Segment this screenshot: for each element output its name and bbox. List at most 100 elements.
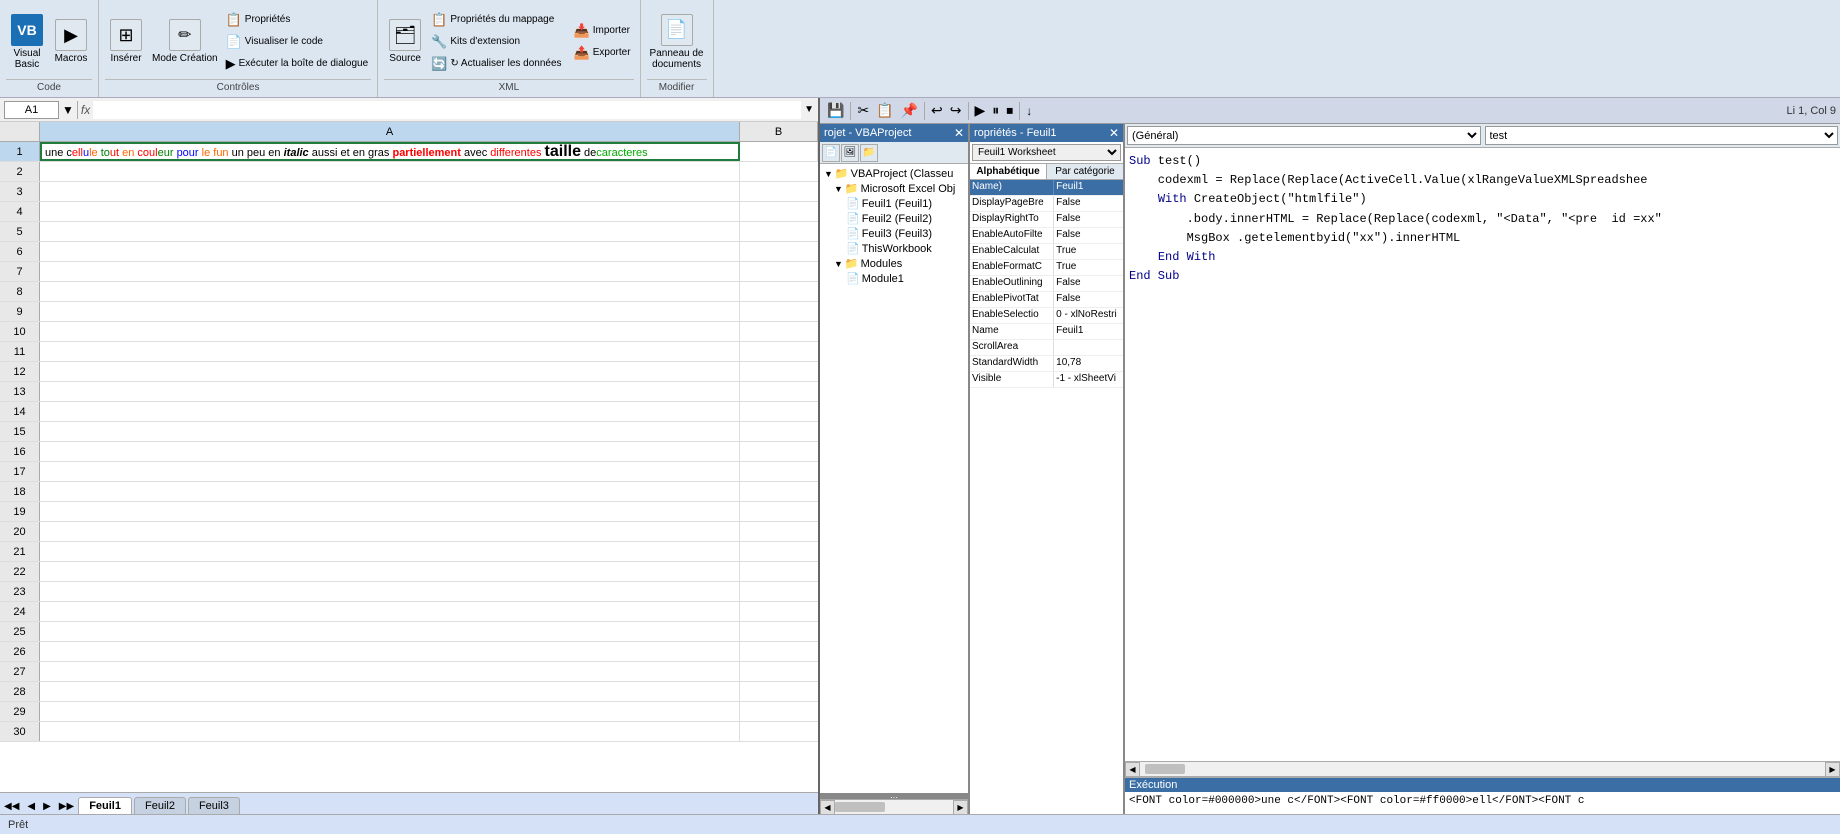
file-icon: 📄: [846, 212, 860, 225]
vba-toolbar-run[interactable]: ▶: [972, 101, 989, 120]
project-view-code[interactable]: 📄: [822, 144, 840, 162]
project-toggle-folders[interactable]: 📁: [860, 144, 878, 162]
properties-object-selector[interactable]: Feuil1 Worksheet: [972, 144, 1121, 161]
code-line-6: End With: [1129, 248, 1836, 267]
tab-navigation-prev[interactable]: ◀: [23, 799, 39, 814]
cell-reference-input[interactable]: [4, 101, 59, 119]
prop-value[interactable]: -1 - xlSheetVi: [1054, 372, 1123, 387]
properties-panel-titlebar: ropriétés - Feuil1 ✕: [970, 124, 1123, 142]
hscroll-thumb[interactable]: [1145, 764, 1185, 774]
tree-item-modules[interactable]: ▼ 📁 Modules: [822, 256, 966, 271]
formula-input[interactable]: une cellule tout en couleur pour le fun …: [93, 101, 801, 119]
prop-key: Visible: [970, 372, 1054, 387]
prop-value[interactable]: True: [1054, 260, 1123, 275]
source-button[interactable]: 🗂 Source: [384, 16, 426, 67]
ribbon-group-controles: ⊞ Insérer ✏ Mode Création 📋Propriétés 📄V…: [99, 0, 378, 97]
panneau-documents-button[interactable]: 📄 Panneau dedocuments: [647, 11, 707, 73]
prop-value[interactable]: False: [1054, 228, 1123, 243]
hscroll-thumb[interactable]: [835, 802, 885, 812]
project-view-object[interactable]: 🖼: [841, 144, 859, 162]
tree-item-feuil1[interactable]: 📄 Feuil1 (Feuil1): [822, 196, 966, 211]
inserer-label: Insérer: [110, 53, 141, 64]
prop-row-scrollarea: ScrollArea: [970, 340, 1123, 356]
code-hscrollbar[interactable]: ◀ ▶: [1125, 761, 1840, 776]
tree-toggle-vbaproject[interactable]: ▼: [824, 169, 833, 179]
prop-value[interactable]: 10,78: [1054, 356, 1123, 371]
vba-toolbar-divider2: [924, 102, 925, 120]
hscroll-right-btn[interactable]: ▶: [953, 800, 968, 815]
vba-toolbar-save[interactable]: 💾: [824, 101, 847, 120]
vba-toolbar-cut[interactable]: ✂: [854, 101, 872, 120]
kits-extension-button[interactable]: 🔧Kits d'extension: [428, 32, 564, 52]
visual-basic-button[interactable]: VB VisualBasic: [6, 11, 48, 73]
prop-value[interactable]: [1054, 340, 1123, 355]
hscroll-track[interactable]: [1140, 764, 1825, 774]
prop-value[interactable]: Feuil1: [1054, 180, 1123, 195]
prop-row-name2: Name Feuil1: [970, 324, 1123, 340]
formula-expand-icon[interactable]: ▼: [62, 103, 74, 117]
vba-toolbar-pause[interactable]: ⏸: [989, 101, 1002, 120]
code-body[interactable]: Sub test() codexml = Replace(Replace(Act…: [1125, 148, 1840, 761]
vba-toolbar-copy[interactable]: 📋: [873, 101, 896, 120]
tab-navigation-left[interactable]: ◀◀: [0, 799, 23, 814]
table-row: 23: [0, 582, 818, 602]
tab-navigation-next[interactable]: ▶: [39, 799, 55, 814]
row-number-1[interactable]: 1: [0, 142, 40, 161]
vba-toolbar-paste[interactable]: 📌: [898, 101, 921, 120]
project-close-icon[interactable]: ✕: [954, 126, 964, 140]
hscroll-right-arrow[interactable]: ▶: [1825, 762, 1840, 777]
sheet-tab-feuil1[interactable]: Feuil1: [78, 797, 132, 814]
tree-toggle-ms-excel[interactable]: ▼: [834, 184, 843, 194]
tab-alphabetique[interactable]: Alphabétique: [970, 164, 1047, 179]
executer-boite-button[interactable]: ▶Exécuter la boîte de dialogue: [223, 54, 372, 74]
tree-item-ms-excel[interactable]: ▼ 📁 Microsoft Excel Obj: [822, 181, 966, 196]
mode-creation-button[interactable]: ✏ Mode Création: [149, 16, 221, 67]
table-row: 4: [0, 202, 818, 222]
hscroll-track[interactable]: [835, 802, 953, 812]
sheet-tab-feuil3[interactable]: Feuil3: [188, 797, 240, 814]
cell-a1[interactable]: une cellule tout en couleur pour le fun …: [40, 142, 740, 161]
tree-item-vbaproject[interactable]: ▼ 📁 VBAProject (Classeu: [822, 166, 966, 181]
actualiser-button[interactable]: 🔄↻ Actualiser les données: [428, 54, 564, 74]
vba-toolbar-stop[interactable]: ⏹: [1003, 101, 1016, 120]
importer-button[interactable]: 📥Importer: [571, 21, 634, 41]
col-header-b[interactable]: B: [740, 122, 818, 141]
macros-button[interactable]: ▶ Macros: [50, 16, 92, 67]
properties-close-icon[interactable]: ✕: [1109, 126, 1119, 140]
tree-item-module1[interactable]: 📄 Module1: [822, 271, 966, 286]
prop-value[interactable]: False: [1054, 212, 1123, 227]
cell-b1[interactable]: [740, 142, 818, 161]
vba-toolbar-undo[interactable]: ↩: [928, 101, 946, 120]
tree-label: Feuil1 (Feuil1): [862, 198, 932, 210]
inserer-button[interactable]: ⊞ Insérer: [105, 16, 147, 67]
hscroll-left-arrow[interactable]: ◀: [1125, 762, 1140, 777]
tree-item-feuil2[interactable]: 📄 Feuil2 (Feuil2): [822, 211, 966, 226]
prop-value[interactable]: Feuil1: [1054, 324, 1123, 339]
prop-mappage-button[interactable]: 📋Propriétés du mappage: [428, 10, 564, 30]
prop-value[interactable]: False: [1054, 276, 1123, 291]
vba-toolbar-redo[interactable]: ↪: [947, 101, 965, 120]
tree-toggle-modules[interactable]: ▼: [834, 259, 843, 269]
prop-value[interactable]: False: [1054, 292, 1123, 307]
formula-scroll-btn[interactable]: ▼: [804, 104, 814, 115]
hscroll-left-btn[interactable]: ◀: [820, 800, 835, 815]
proprietes-button[interactable]: 📋Propriétés: [223, 10, 372, 30]
tree-item-thisworkbook[interactable]: 📄 ThisWorkbook: [822, 241, 966, 256]
tab-navigation-right[interactable]: ▶▶: [55, 799, 78, 814]
tab-par-categorie[interactable]: Par catégorie: [1047, 164, 1123, 179]
vba-toolbar-step-into[interactable]: ↓: [1023, 103, 1035, 119]
prop-value[interactable]: False: [1054, 196, 1123, 211]
visualiser-code-button[interactable]: 📄Visualiser le code: [223, 32, 372, 52]
tree-item-feuil3[interactable]: 📄 Feuil3 (Feuil3): [822, 226, 966, 241]
sheet-tab-feuil2[interactable]: Feuil2: [134, 797, 186, 814]
exporter-button[interactable]: 📤Exporter: [571, 43, 634, 63]
object-selector[interactable]: (Général): [1127, 126, 1481, 145]
procedure-selector[interactable]: test: [1485, 126, 1839, 145]
col-header-a[interactable]: A: [40, 122, 740, 141]
project-panel-title: rojet - VBAProject: [824, 127, 911, 139]
table-row: 13: [0, 382, 818, 402]
project-hscroll[interactable]: ◀ ▶: [820, 799, 968, 814]
prop-value[interactable]: 0 - xlNoRestri: [1054, 308, 1123, 323]
prop-value[interactable]: True: [1054, 244, 1123, 259]
prop-row-enableoutlining: EnableOutlining False: [970, 276, 1123, 292]
